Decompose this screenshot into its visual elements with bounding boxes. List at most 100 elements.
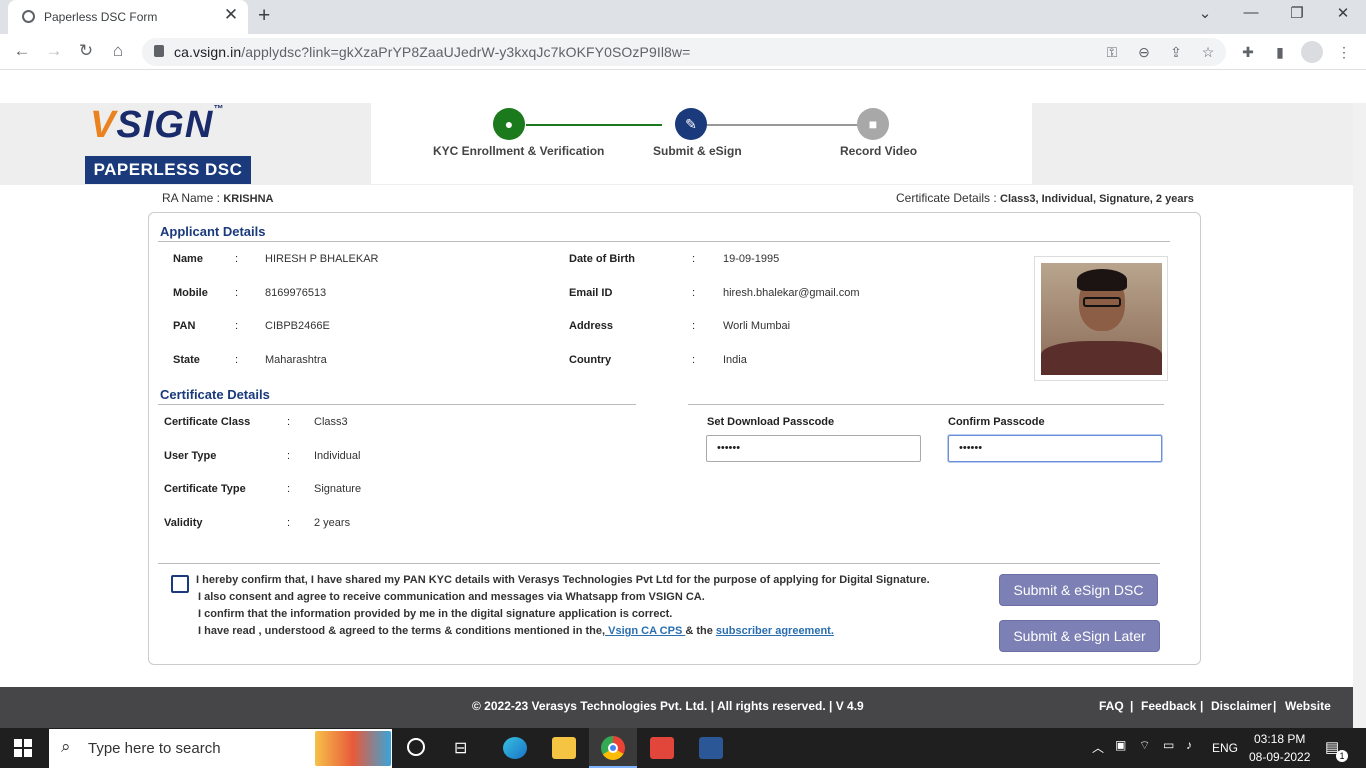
new-tab-button[interactable]: +	[258, 4, 270, 28]
tab-search-chevron-icon[interactable]: ⌄	[1190, 4, 1220, 22]
notification-count-badge: 1	[1336, 750, 1348, 762]
clock-time[interactable]: 03:18 PM	[1254, 732, 1305, 746]
search-icon: ⌕	[61, 737, 71, 756]
tray-app-icon[interactable]: ▣	[1115, 738, 1126, 752]
pencil-icon: ✎	[675, 108, 707, 140]
divider	[158, 563, 1160, 564]
volume-icon[interactable]: ♪	[1186, 738, 1192, 752]
state-value: Maharashtra	[265, 354, 327, 366]
url-text: ca.vsign.in/applydsc?link=gkXzaPrYP8ZaaU…	[174, 44, 690, 60]
key-icon[interactable]: ⚿	[1102, 44, 1122, 61]
country-value: India	[723, 354, 747, 366]
browser-tab[interactable]: Paperless DSC Form ✕	[8, 0, 248, 34]
footer-link-faq[interactable]: FAQ	[1099, 699, 1124, 713]
edge-icon[interactable]	[503, 737, 527, 759]
forward-icon[interactable]: →	[42, 41, 66, 61]
user-type-label: User Type	[164, 450, 217, 462]
address-value: Worli Mumbai	[723, 320, 791, 332]
minimize-icon[interactable]: —	[1236, 4, 1266, 21]
tab-close-icon[interactable]: ✕	[220, 5, 242, 25]
divider	[158, 404, 636, 405]
anydesk-icon[interactable]	[650, 737, 674, 759]
name-label: Name	[173, 253, 203, 265]
footer-link-feedback[interactable]: Feedback	[1141, 699, 1196, 713]
consent-line-1: I hereby confirm that, I have shared my …	[196, 574, 930, 586]
colon: :	[287, 450, 291, 462]
taskbar-search[interactable]: ⌕ Type here to search	[49, 729, 392, 768]
share-icon[interactable]: ⇪	[1166, 44, 1186, 61]
footer-link-disclaimer[interactable]: Disclaimer	[1211, 699, 1272, 713]
window-close-icon[interactable]: ✕	[1328, 4, 1358, 22]
windows-start-icon[interactable]	[14, 739, 32, 757]
consent-checkbox[interactable]	[171, 575, 189, 593]
footer-separator: |	[1273, 699, 1277, 713]
colon: :	[692, 287, 696, 299]
set-passcode-label: Set Download Passcode	[707, 416, 835, 428]
url-host: ca.vsign.in	[174, 44, 242, 60]
clock-date[interactable]: 08-09-2022	[1249, 750, 1310, 764]
confirm-passcode-label: Confirm Passcode	[948, 416, 1045, 428]
side-panel-icon[interactable]: ▮	[1270, 44, 1290, 61]
language-indicator[interactable]: ENG	[1212, 741, 1238, 755]
step-connector-pending	[707, 124, 859, 126]
tray-chevron-icon[interactable]: ︿	[1092, 739, 1104, 756]
profile-avatar[interactable]	[1301, 41, 1323, 63]
validity-value: 2 years	[314, 517, 351, 529]
lock-icon	[154, 45, 164, 57]
step-label-kyc: KYC Enrollment & Verification	[433, 144, 605, 158]
certificate-details-heading: Certificate Details	[160, 387, 270, 402]
tab-title: Paperless DSC Form	[44, 10, 158, 24]
step-label-submit: Submit & eSign	[653, 144, 742, 158]
colon: :	[692, 354, 696, 366]
set-passcode-input[interactable]: ••••••	[706, 435, 921, 462]
applicant-details-heading: Applicant Details	[160, 224, 266, 239]
file-explorer-icon[interactable]	[552, 737, 576, 759]
bookmark-star-icon[interactable]: ☆	[1198, 44, 1218, 61]
vsign-logo[interactable]: VSIGN™ PAPERLESS DSC	[84, 104, 254, 184]
word-icon[interactable]	[699, 737, 723, 759]
cortana-icon[interactable]	[407, 738, 425, 756]
subscriber-agreement-link[interactable]: subscriber agreement.	[716, 625, 834, 637]
home-icon[interactable]: ⌂	[106, 41, 130, 61]
step-connector-complete	[526, 124, 662, 126]
email-value: hiresh.bhalekar@gmail.com	[723, 287, 860, 299]
extensions-icon[interactable]: ✚	[1238, 44, 1258, 61]
logo-wordmark: VSIGN™	[90, 104, 225, 146]
page-scrollbar[interactable]	[1353, 103, 1366, 728]
logo-subtitle: PAPERLESS DSC	[85, 156, 251, 184]
chrome-taskbar-button[interactable]	[589, 728, 637, 768]
back-icon[interactable]: ←	[10, 41, 34, 61]
applicant-photo	[1034, 256, 1168, 381]
cps-link[interactable]: Vsign CA CPS	[605, 625, 685, 637]
country-label: Country	[569, 354, 612, 366]
step-label-video: Record Video	[840, 144, 918, 158]
user-type-value: Individual	[314, 450, 361, 462]
pan-value: CIBPB2466E	[265, 320, 330, 332]
zoom-icon[interactable]: ⊖	[1134, 44, 1154, 61]
restore-icon[interactable]: ❐	[1282, 4, 1312, 22]
copyright-text: © 2022-23 Verasys Technologies Pvt. Ltd.…	[472, 699, 864, 713]
colon: :	[235, 320, 239, 332]
colon: :	[235, 253, 239, 265]
menu-kebab-icon[interactable]: ⋮	[1334, 44, 1354, 61]
address-bar[interactable]: ca.vsign.in/applydsc?link=gkXzaPrYP8ZaaU…	[142, 38, 1226, 66]
colon: :	[287, 517, 291, 529]
footer-link-website[interactable]: Website	[1285, 699, 1331, 713]
submit-esign-later-button[interactable]: Submit & eSign Later	[999, 620, 1160, 652]
colon: :	[235, 287, 239, 299]
dob-label: Date of Birth	[569, 253, 635, 265]
battery-icon[interactable]: ▭	[1163, 738, 1174, 752]
photo-image	[1041, 263, 1162, 375]
url-path: /applydsc?link=gkXzaPrYP8ZaaUJedrW-y3kxq…	[241, 44, 691, 60]
email-label: Email ID	[569, 287, 613, 299]
colon: :	[692, 320, 696, 332]
cert-class-label: Certificate Class	[164, 416, 251, 428]
confirm-passcode-input[interactable]: ••••••	[948, 435, 1162, 462]
task-view-icon[interactable]: ⊟	[454, 738, 467, 758]
ra-name: RA Name : KRISHNA	[162, 191, 274, 205]
network-icon[interactable]: ⌔	[1139, 738, 1150, 753]
submit-esign-dsc-button[interactable]: Submit & eSign DSC	[999, 574, 1158, 606]
pan-label: PAN	[173, 320, 196, 332]
reload-icon[interactable]: ↻	[74, 41, 98, 61]
consent-line-3: I confirm that the information provided …	[198, 608, 673, 620]
